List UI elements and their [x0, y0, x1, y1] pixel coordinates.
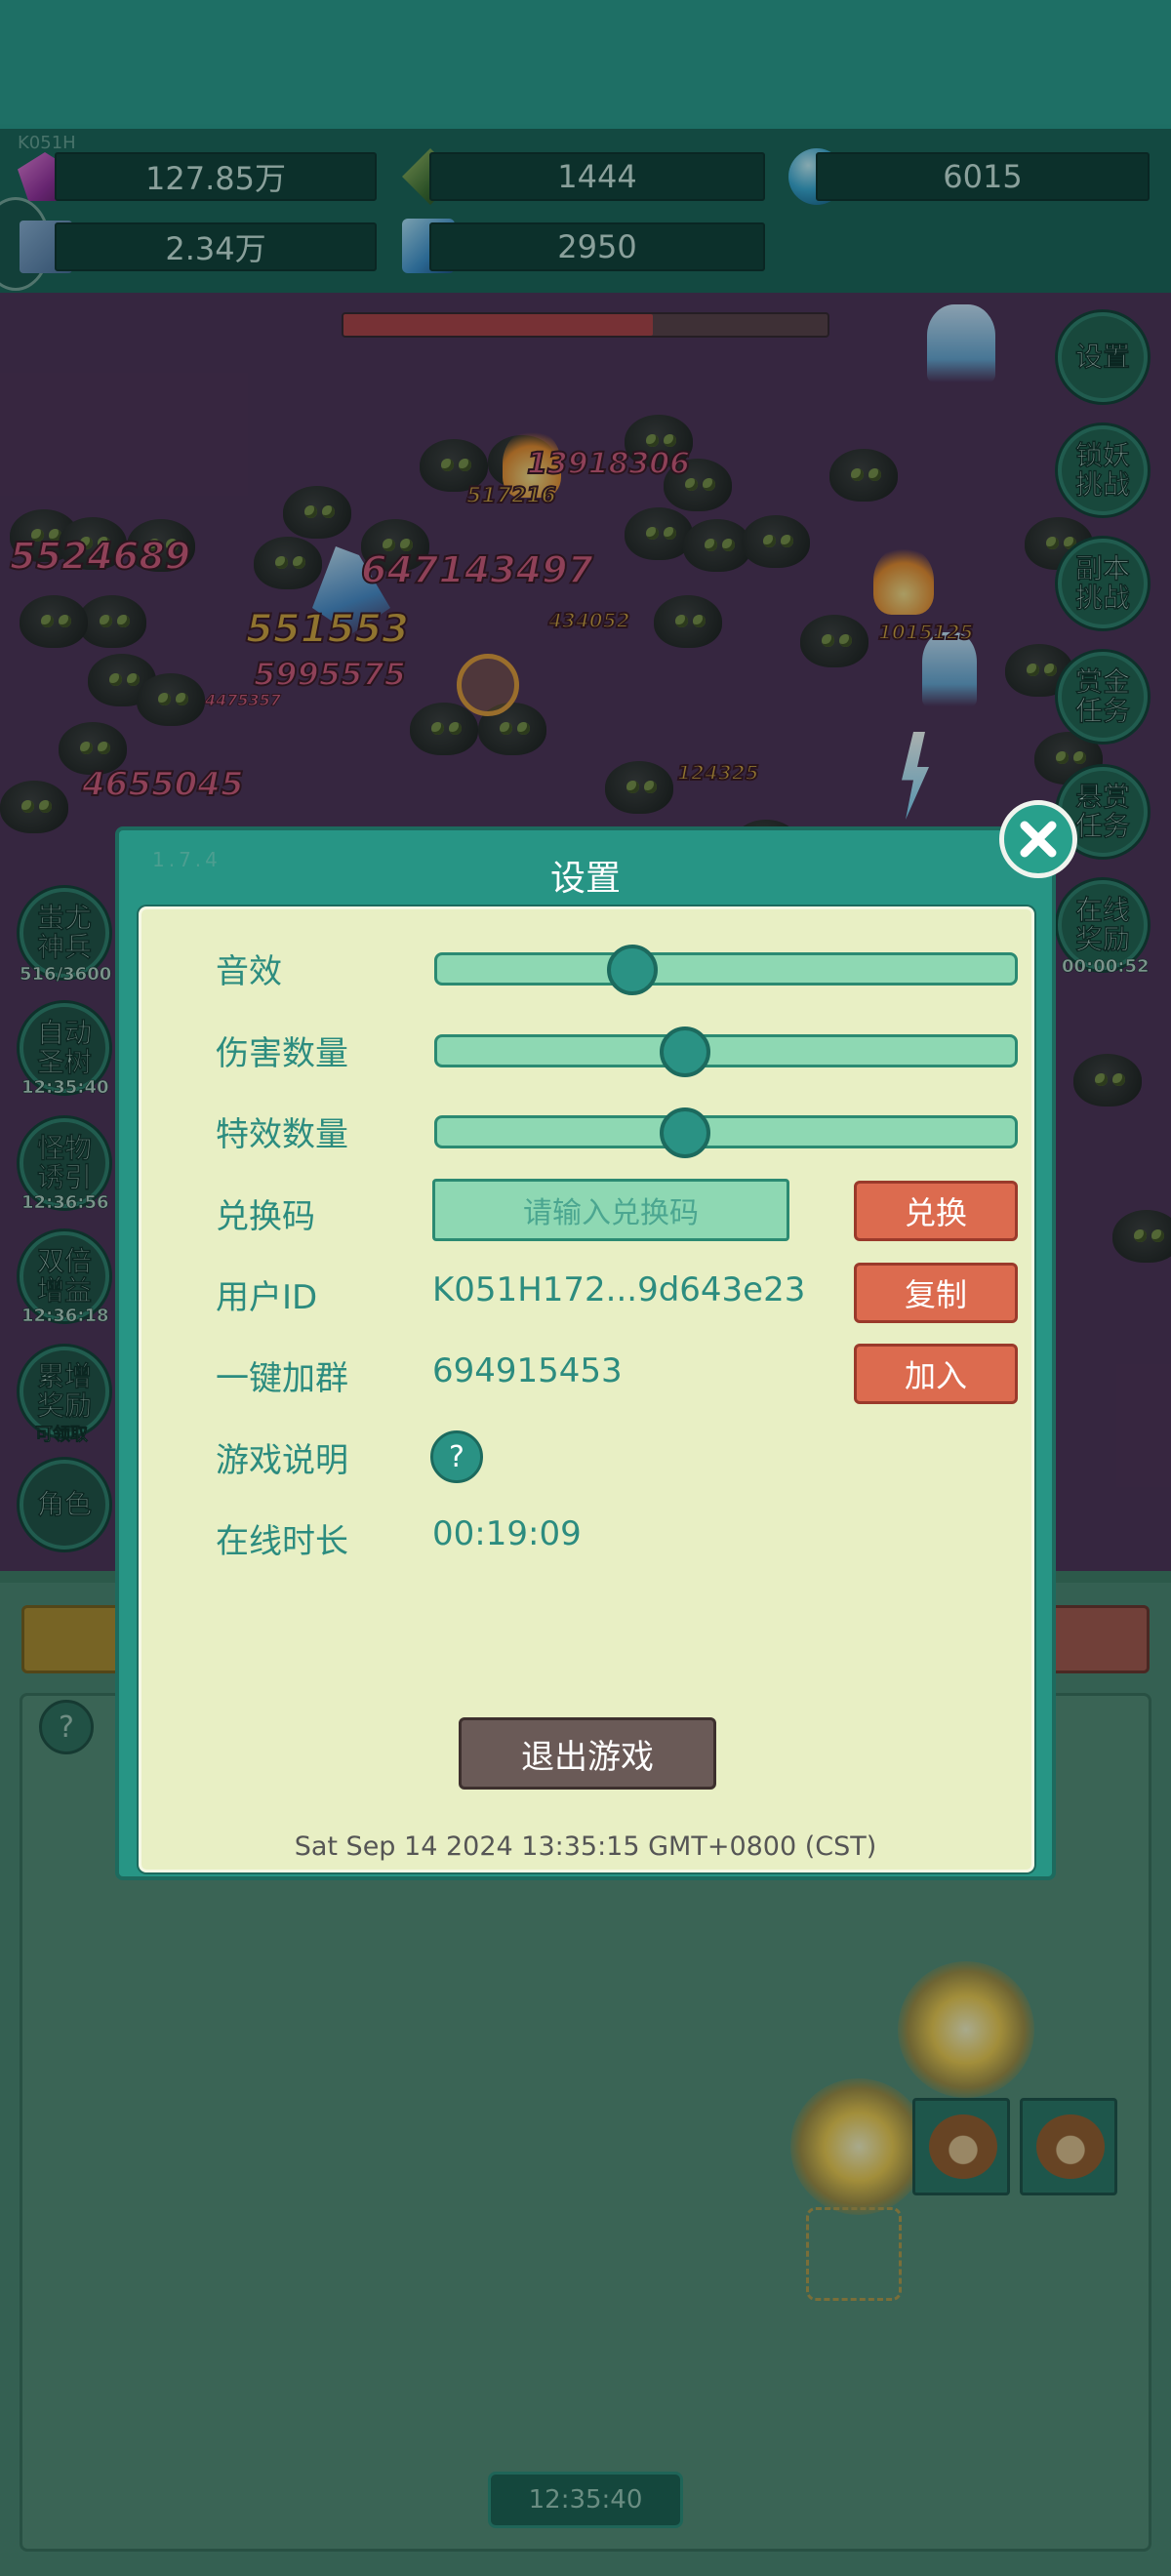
damage-number: 1015125: [877, 620, 974, 645]
tiny-id-text: K051H: [18, 133, 76, 153]
help-icon[interactable]: ?: [430, 1430, 483, 1483]
tornado-effect: [927, 304, 995, 382]
monster: [254, 537, 322, 589]
damage-number: 4475357: [205, 691, 282, 710]
bounty-task-button[interactable]: 赏金 任务: [1058, 652, 1148, 742]
bottom-help-button[interactable]: ?: [39, 1700, 94, 1754]
join-group-label: 一键加群: [216, 1359, 348, 1398]
sound-slider[interactable]: [434, 945, 1018, 995]
damage-count-slider-knob[interactable]: [660, 1026, 710, 1077]
red-tab-button[interactable]: [1044, 1605, 1150, 1673]
auto-tree-timer: 12:35:40: [21, 1077, 109, 1099]
monster: [0, 781, 68, 833]
effects-slider[interactable]: [434, 1107, 1018, 1158]
lock-demon-challenge-button[interactable]: 锁妖 挑战: [1058, 425, 1148, 515]
role-button[interactable]: 角色: [20, 1460, 109, 1550]
settings-button[interactable]: 设置: [1058, 312, 1148, 402]
beaver-pet-icon: [1036, 2114, 1105, 2179]
effects-label: 特效数量: [216, 1115, 348, 1154]
monster: [20, 595, 88, 648]
settings-dialog: 1.7.4 设置 音效 伤害数量 特效数量 兑换码 请输入兑换码 兑换 用户ID…: [115, 826, 1056, 1880]
close-button[interactable]: [999, 800, 1077, 878]
sound-label: 音效: [216, 952, 282, 991]
monster: [654, 595, 722, 648]
green-crystal-amount: 1444: [429, 152, 765, 201]
double-buff-timer: 12:36:18: [21, 1306, 109, 1327]
monster: [605, 761, 673, 814]
group-number: 694915453: [432, 1351, 623, 1390]
monster: [410, 703, 478, 755]
redeem-code-input[interactable]: 请输入兑换码: [432, 1179, 789, 1241]
damage-number: 517216: [465, 483, 557, 509]
damage-number: 5524689: [9, 534, 191, 579]
boss-hp-bar: [342, 312, 829, 338]
monster: [800, 615, 868, 667]
monster: [137, 673, 205, 726]
bottom-timer: 12:35:40: [488, 2472, 683, 2528]
monster: [829, 449, 898, 502]
dialog-title: 设置: [549, 859, 621, 899]
monster: [1073, 1054, 1142, 1107]
damage-number: 13918306: [526, 446, 691, 482]
join-button[interactable]: 加入: [854, 1344, 1018, 1404]
monster-lure-timer: 12:36:56: [21, 1192, 109, 1214]
damage-count-slider[interactable]: [434, 1026, 1018, 1077]
redeem-button[interactable]: 兑换: [854, 1181, 1018, 1241]
ring-effect: [457, 654, 519, 716]
gem-amount: 127.85万: [55, 152, 377, 201]
online-reward-timer: 00:00:52: [1062, 956, 1150, 978]
damage-count-label: 伤害数量: [216, 1034, 348, 1073]
datetime-text: Sat Sep 14 2024 13:35:15 GMT+0800 (CST): [294, 1831, 877, 1862]
damage-number: 4655045: [81, 764, 245, 805]
instructions-label: 游戏说明: [216, 1441, 348, 1480]
burst-effect: [790, 2078, 927, 2215]
empty-pet-slot[interactable]: [806, 2207, 902, 2301]
chiyou-progress: 516/3600: [20, 964, 112, 986]
fire-effect: [873, 546, 934, 615]
monster: [742, 515, 810, 568]
resource-bar: K051H 127.85万 1444 6015 2.34万 2950: [0, 129, 1171, 293]
exit-game-button[interactable]: 退出游戏: [459, 1717, 716, 1790]
monster: [283, 486, 351, 539]
damage-number: 551553: [245, 606, 410, 653]
top-header-bar: [0, 0, 1171, 129]
copy-button[interactable]: 复制: [854, 1263, 1018, 1323]
pet-slot[interactable]: [1020, 2098, 1117, 2195]
pet-slot[interactable]: [912, 2098, 1010, 2195]
redeem-label: 兑换码: [216, 1197, 315, 1236]
accumulated-reward-status: 可领取: [35, 1425, 89, 1446]
blue-orb-amount: 6015: [816, 152, 1150, 201]
user-id-label: 用户ID: [216, 1278, 318, 1317]
monster: [1112, 1210, 1171, 1263]
damage-number: 647143497: [360, 547, 594, 592]
dungeon-challenge-button[interactable]: 副本 挑战: [1058, 539, 1148, 628]
blue-crystal-amount: 2950: [429, 222, 765, 271]
user-id-value: K051H172...9d643e23: [432, 1270, 806, 1309]
close-icon: [1020, 821, 1057, 858]
yellow-tab-button[interactable]: [21, 1605, 129, 1673]
burst-effect: [898, 1961, 1034, 2098]
damage-number: 434052: [547, 608, 630, 633]
online-time-label: 在线时长: [216, 1522, 348, 1561]
damage-number: 124325: [676, 760, 759, 785]
online-time-value: 00:19:09: [432, 1514, 582, 1553]
sound-slider-knob[interactable]: [607, 945, 658, 995]
lightning-effect: [902, 732, 929, 820]
effects-slider-knob[interactable]: [660, 1107, 710, 1158]
damage-number: 5995575: [253, 655, 407, 694]
scroll-amount: 2.34万: [55, 222, 377, 271]
monster: [78, 595, 146, 648]
beaver-pet-icon: [929, 2114, 997, 2179]
